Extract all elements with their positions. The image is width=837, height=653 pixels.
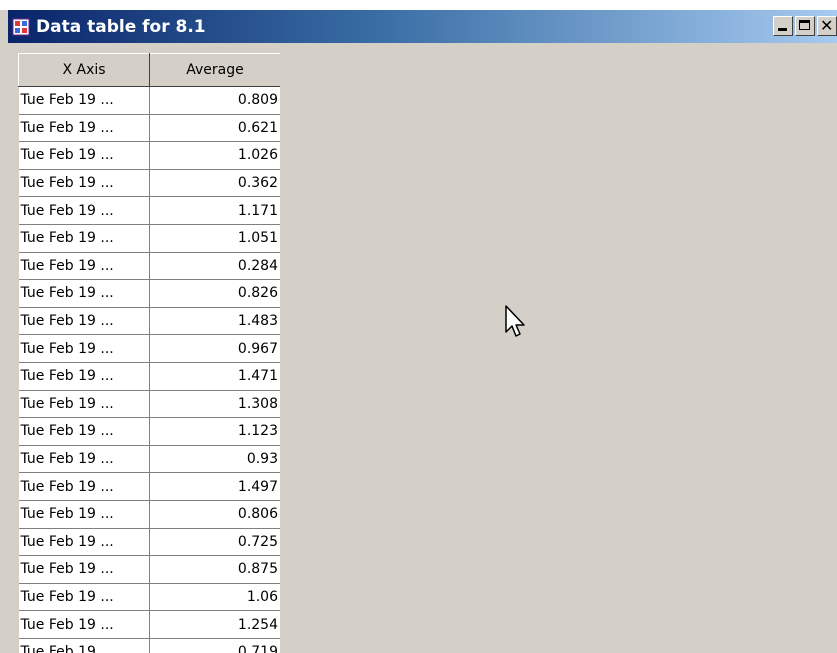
table-row[interactable]: Tue Feb 19 ... 0.362 (18, 169, 280, 198)
cell-average[interactable]: 0.806 (149, 500, 280, 529)
cell-average[interactable]: 1.06 (149, 583, 280, 612)
cell-average[interactable]: 0.826 (149, 279, 280, 308)
column-header-x-axis[interactable]: X Axis (18, 53, 150, 87)
table-row[interactable]: Tue Feb 19 ... 1.483 (18, 307, 280, 336)
table-row[interactable]: Tue Feb 19 ... 0.725 (18, 528, 280, 557)
table-row[interactable]: Tue Feb 19 ... 1.051 (18, 224, 280, 253)
table-header-row: X Axis Average (18, 53, 280, 87)
cell-average[interactable]: 0.875 (149, 555, 280, 584)
table-row[interactable]: Tue Feb 19 ... 1.254 (18, 610, 280, 639)
cell-average[interactable]: 1.254 (149, 610, 280, 639)
cell-x-axis[interactable]: Tue Feb 19 ... (18, 610, 150, 639)
cell-average[interactable]: 0.809 (149, 86, 280, 115)
data-table-scroll-area[interactable]: X Axis Average Tue Feb 19 ... 0.809 Tue Fe… (18, 53, 280, 653)
window-controls: ✕ (771, 16, 837, 36)
cell-average[interactable]: 0.362 (149, 169, 280, 198)
data-table-window: Data table for 8.1 ✕ X Axis Average Tue … (0, 0, 837, 653)
column-header-average[interactable]: Average (149, 53, 280, 87)
cell-x-axis[interactable]: Tue Feb 19 ... (18, 583, 150, 612)
table-row[interactable]: Tue Feb 19 ... 1.123 (18, 417, 280, 446)
cell-average[interactable]: 1.026 (149, 141, 280, 170)
maximize-button[interactable] (795, 16, 815, 36)
cell-x-axis[interactable]: Tue Feb 19 ... (18, 279, 150, 308)
java-app-icon (12, 18, 30, 36)
cell-x-axis[interactable]: Tue Feb 19 ... (18, 472, 150, 501)
cell-average[interactable]: 1.171 (149, 196, 280, 225)
minimize-icon (778, 28, 787, 31)
title-bar[interactable]: Data table for 8.1 ✕ (8, 10, 837, 43)
cell-x-axis[interactable]: Tue Feb 19 ... (18, 555, 150, 584)
cell-x-axis[interactable]: Tue Feb 19 ... (18, 528, 150, 557)
table-row[interactable]: Tue Feb 19 ... 0.284 (18, 252, 280, 281)
cell-x-axis[interactable]: Tue Feb 19 ... (18, 86, 150, 115)
table-row[interactable]: Tue Feb 19 ... 0.809 (18, 86, 280, 115)
table-body: Tue Feb 19 ... 0.809 Tue Feb 19 ... 0.621 Tu… (18, 86, 280, 653)
table-row[interactable]: Tue Feb 19 ... 0.719 (18, 638, 280, 653)
cell-x-axis[interactable]: Tue Feb 19 ... (18, 445, 150, 474)
cell-x-axis[interactable]: Tue Feb 19 ... (18, 417, 150, 446)
table-row[interactable]: Tue Feb 19 ... 1.308 (18, 390, 280, 419)
cell-x-axis[interactable]: Tue Feb 19 ... (18, 500, 150, 529)
cell-x-axis[interactable]: Tue Feb 19 ... (18, 196, 150, 225)
cell-average[interactable]: 0.93 (149, 445, 280, 474)
maximize-icon (799, 20, 810, 30)
table-row[interactable]: Tue Feb 19 ... 0.93 (18, 445, 280, 474)
window-title: Data table for 8.1 (36, 16, 206, 37)
cell-x-axis[interactable]: Tue Feb 19 ... (18, 334, 150, 363)
cell-x-axis[interactable]: Tue Feb 19 ... (18, 224, 150, 253)
cell-average[interactable]: 1.051 (149, 224, 280, 253)
table-row[interactable]: Tue Feb 19 ... 0.875 (18, 555, 280, 584)
cell-x-axis[interactable]: Tue Feb 19 ... (18, 638, 150, 653)
cell-average[interactable]: 0.725 (149, 528, 280, 557)
table-row[interactable]: Tue Feb 19 ... 1.497 (18, 472, 280, 501)
cell-average[interactable]: 1.497 (149, 472, 280, 501)
data-table: X Axis Average Tue Feb 19 ... 0.809 Tue Fe… (18, 53, 280, 653)
table-row[interactable]: Tue Feb 19 ... 1.171 (18, 196, 280, 225)
cell-x-axis[interactable]: Tue Feb 19 ... (18, 252, 150, 281)
cell-average[interactable]: 0.967 (149, 334, 280, 363)
close-button[interactable]: ✕ (817, 16, 837, 36)
desktop-strip (0, 0, 837, 10)
mouse-pointer-icon (505, 305, 525, 337)
table-row[interactable]: Tue Feb 19 ... 1.026 (18, 141, 280, 170)
cell-average[interactable]: 0.284 (149, 252, 280, 281)
cell-x-axis[interactable]: Tue Feb 19 ... (18, 307, 150, 336)
cell-x-axis[interactable]: Tue Feb 19 ... (18, 114, 150, 143)
cell-average[interactable]: 1.471 (149, 362, 280, 391)
cell-x-axis[interactable]: Tue Feb 19 ... (18, 390, 150, 419)
cell-average[interactable]: 1.483 (149, 307, 280, 336)
table-row[interactable]: Tue Feb 19 ... 0.826 (18, 279, 280, 308)
table-row[interactable]: Tue Feb 19 ... 1.06 (18, 583, 280, 612)
table-row[interactable]: Tue Feb 19 ... 0.621 (18, 114, 280, 143)
table-row[interactable]: Tue Feb 19 ... 1.471 (18, 362, 280, 391)
table-row[interactable]: Tue Feb 19 ... 0.806 (18, 500, 280, 529)
cell-x-axis[interactable]: Tue Feb 19 ... (18, 141, 150, 170)
cell-average[interactable]: 1.308 (149, 390, 280, 419)
close-icon: ✕ (820, 16, 834, 35)
cell-average[interactable]: 0.621 (149, 114, 280, 143)
cell-average[interactable]: 0.719 (149, 638, 280, 653)
cell-x-axis[interactable]: Tue Feb 19 ... (18, 362, 150, 391)
minimize-button[interactable] (773, 16, 793, 36)
cell-x-axis[interactable]: Tue Feb 19 ... (18, 169, 150, 198)
table-row[interactable]: Tue Feb 19 ... 0.967 (18, 334, 280, 363)
cell-average[interactable]: 1.123 (149, 417, 280, 446)
